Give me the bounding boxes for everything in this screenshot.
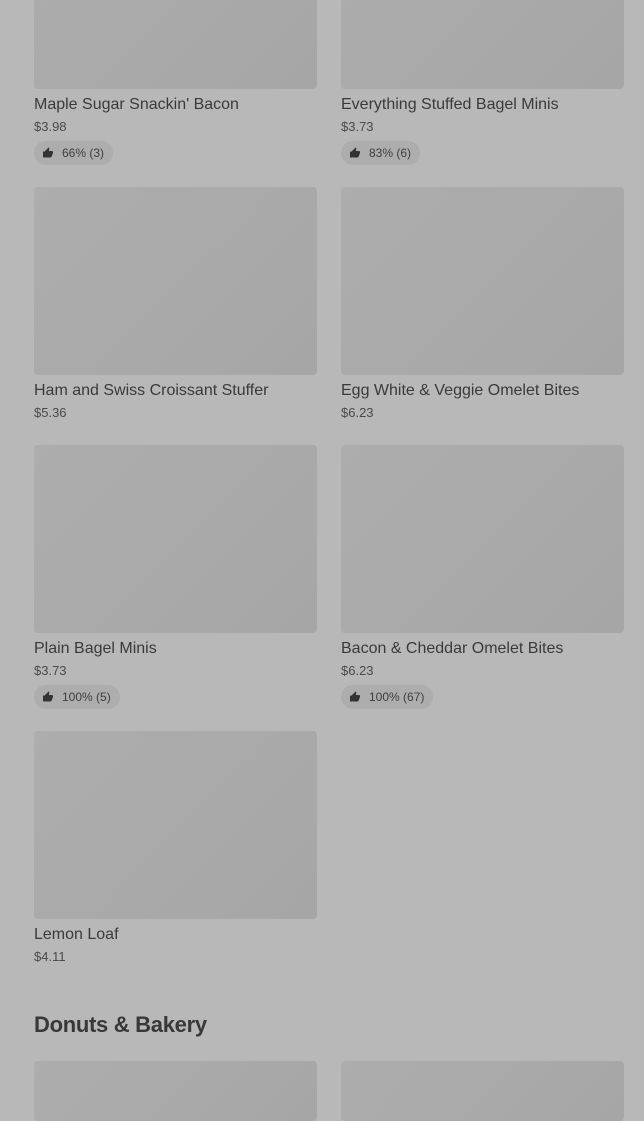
product-price: $3.73 <box>34 663 67 678</box>
thumbs-up-icon <box>43 691 53 702</box>
rating-text: 83% (6) <box>369 146 412 160</box>
product-name[interactable]: Lemon Loaf <box>34 925 317 945</box>
product-name[interactable]: Ham and Swiss Croissant Stuffer <box>34 381 317 401</box>
product-image[interactable] <box>341 0 624 89</box>
thumbs-up-icon <box>350 147 360 158</box>
product-card[interactable]: Egg White & Veggie Omelet Bites $6.23 <box>341 187 624 421</box>
product-price: $5.36 <box>34 405 67 420</box>
product-name[interactable]: Egg White & Veggie Omelet Bites <box>341 381 624 401</box>
product-card[interactable]: Lemon Loaf $4.11 <box>34 731 317 965</box>
thumbs-up-icon <box>350 691 360 702</box>
rating-text: 100% (5) <box>62 690 111 704</box>
rating-badge: 83% (6) <box>341 141 421 165</box>
rating-badge: 100% (5) <box>34 685 120 709</box>
product-name[interactable]: Bacon & Cheddar Omelet Bites <box>341 639 624 659</box>
product-price: $3.98 <box>34 119 67 134</box>
product-card[interactable]: Bacon & Cheddar Omelet Bites $6.23 100% … <box>341 445 624 709</box>
product-image[interactable] <box>34 731 317 919</box>
product-image[interactable] <box>341 187 624 375</box>
product-card[interactable]: Plain Bagel Minis $3.73 100% (5) <box>34 445 317 709</box>
product-price: $4.11 <box>34 949 66 964</box>
product-image[interactable] <box>34 0 317 89</box>
product-price: $3.73 <box>341 119 374 134</box>
rating-badge: 100% (67) <box>341 685 434 709</box>
product-card[interactable]: Ham and Swiss Croissant Stuffer $5.36 <box>34 187 317 421</box>
product-name[interactable]: Everything Stuffed Bagel Minis <box>341 95 624 115</box>
product-name[interactable]: Plain Bagel Minis <box>34 639 317 659</box>
rating-text: 66% (3) <box>62 146 105 160</box>
product-image[interactable] <box>341 1061 624 1121</box>
product-image[interactable] <box>34 1061 317 1121</box>
section-title: Donuts & Bakery <box>34 1012 207 1037</box>
product-price: $6.23 <box>341 405 374 420</box>
product-image[interactable] <box>34 187 317 375</box>
product-name[interactable]: Maple Sugar Snackin' Bacon <box>34 95 317 115</box>
product-image[interactable] <box>34 445 317 633</box>
rating-badge: 66% (3) <box>34 141 114 165</box>
product-card[interactable]: Everything Stuffed Bagel Minis $3.73 83%… <box>341 0 624 165</box>
product-card[interactable]: Maple Sugar Snackin' Bacon $3.98 66% (3) <box>34 0 317 165</box>
product-price: $6.23 <box>341 663 374 678</box>
thumbs-up-icon <box>43 147 53 158</box>
product-image[interactable] <box>341 445 624 633</box>
rating-text: 100% (67) <box>369 690 425 704</box>
